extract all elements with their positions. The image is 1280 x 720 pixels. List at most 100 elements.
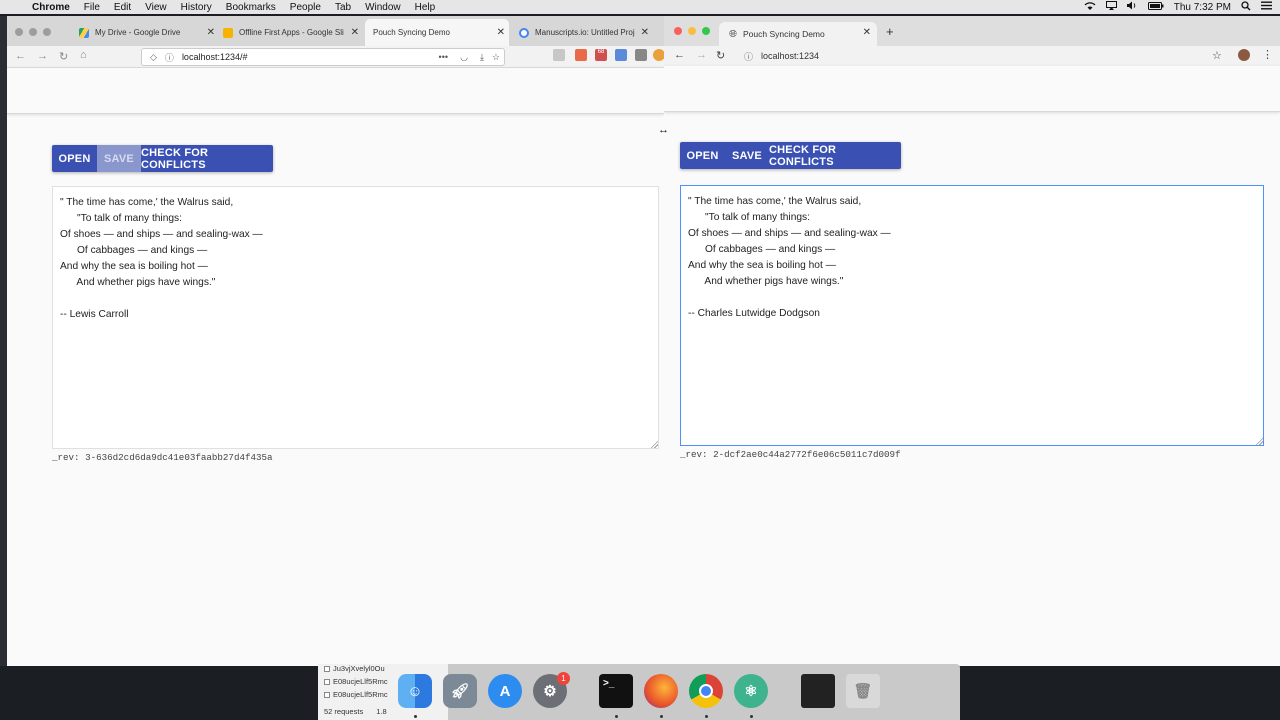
tab-my-drive[interactable]: My Drive - Google Drive ✕ [79,19,219,46]
launchpad-icon[interactable]: 🚀︎ [443,674,477,708]
google-slides-icon [223,27,233,38]
menu-bookmarks[interactable]: Bookmarks [219,2,283,13]
menu-edit[interactable]: Edit [107,2,138,13]
checkbox[interactable] [324,665,330,672]
new-tab-icon[interactable]: + [886,24,894,39]
close-icon[interactable]: ✕ [863,27,871,38]
menu-help[interactable]: Help [408,2,443,13]
close-icon[interactable]: ✕ [641,27,649,38]
page-content: OPEN SAVE CHECK FOR CONFLICTS " The time… [664,66,1280,666]
resize-handle-icon[interactable] [650,440,658,448]
menu-history[interactable]: History [174,2,219,13]
navigation-toolbar: ← → ↻ ⓘ localhost:1234 ☆ ⋮ [664,46,1280,66]
save-button[interactable]: SAVE [725,142,769,169]
check-for-conflicts-button[interactable]: CHECK FOR CONFLICTS [141,145,273,172]
battery-icon[interactable] [1147,1,1164,13]
airplay-icon[interactable] [1105,1,1117,13]
minimize-window-button[interactable] [688,27,696,35]
tab-title: Pouch Syncing Demo [373,28,450,37]
address-bar[interactable]: ⓘ localhost:1234 [736,48,1256,64]
extension-badge-icon[interactable]: 68 [595,49,607,61]
menu-file[interactable]: File [77,2,107,13]
status-row: 52 requests 1.8 [324,707,387,716]
url-text: localhost:1234/# [181,52,248,62]
back-arrow-icon[interactable]: ← [15,50,26,62]
menu-window[interactable]: Window [358,2,408,13]
open-button[interactable]: OPEN [52,145,97,172]
list-item: E08ucjeLlf5Rmc [324,677,388,686]
running-indicator [705,715,708,718]
wifi-icon[interactable] [1084,1,1096,14]
chrome-icon[interactable] [689,674,723,708]
menu-clock[interactable]: Thu 7:32 PM [1174,2,1231,13]
minimize-window-button[interactable] [29,28,37,36]
close-icon[interactable]: ✕ [207,27,215,38]
zoom-window-button[interactable] [702,27,710,35]
firefox-icon[interactable] [644,674,678,708]
terminal-icon[interactable]: >_ [599,674,633,708]
checkbox[interactable] [324,678,330,685]
revision-label: _rev: 3-636d2cd6da9dc41e03faabb27d4f435a [52,452,273,463]
download-icon[interactable]: ⤓ [480,52,484,63]
close-icon[interactable]: ✕ [497,27,505,38]
resize-handle-icon[interactable] [1255,437,1263,445]
app-store-icon[interactable]: A [488,674,522,708]
back-arrow-icon[interactable]: ← [674,49,685,61]
extension-icon[interactable] [575,49,587,61]
bookmark-star-icon[interactable]: ☆ [1212,49,1222,62]
document-textarea[interactable]: " The time has come,' the Walrus said, "… [52,186,659,449]
document-textarea[interactable]: " The time has come,' the Walrus said, "… [680,185,1264,446]
menu-people[interactable]: People [283,2,328,13]
open-button[interactable]: OPEN [680,142,725,169]
tab-offline-first-apps[interactable]: Offline First Apps - Google Sli ✕ [223,19,363,46]
checkbox[interactable] [324,691,330,698]
forward-arrow-icon[interactable]: → [37,50,48,62]
pocket-icon[interactable]: ◡ [460,52,468,63]
menu-kebab-icon[interactable]: ⋮ [1262,48,1273,61]
notification-center-icon[interactable] [1261,1,1272,13]
tab-pouch-syncing-demo[interactable]: 🌐︎ Pouch Syncing Demo ✕ [719,22,877,46]
running-indicator [615,715,618,718]
close-window-button[interactable] [674,27,682,35]
button-group: OPEN SAVE CHECK FOR CONFLICTS [680,142,901,169]
running-indicator [750,715,753,718]
google-drive-icon [79,27,89,38]
extension-n-icon[interactable] [615,49,627,61]
bookmark-star-icon[interactable]: ☆ [492,52,500,63]
home-icon[interactable]: ⌂ [80,49,87,61]
tab-manuscripts[interactable]: Manuscripts.io: Untitled Proje ✕ [513,19,653,46]
check-for-conflicts-button[interactable]: CHECK FOR CONFLICTS [769,142,901,169]
spotlight-icon[interactable] [1241,0,1251,14]
reload-icon[interactable]: ↻ [59,50,68,63]
zoom-window-button[interactable] [43,28,51,36]
close-window-button[interactable] [15,28,23,36]
finder-icon[interactable]: ☺ [398,674,432,708]
screen-recorder-icon[interactable] [801,674,835,708]
menu-view[interactable]: View [138,2,174,13]
menu-app-name[interactable]: Chrome [30,2,77,13]
volume-icon[interactable] [1126,1,1138,13]
address-bar[interactable]: ◇ ⓘ localhost:1234/# ••• ◡ ⤓ ☆ [141,48,505,66]
notification-badge: 1 [557,672,570,685]
background-window-edge [0,16,7,666]
profile-avatar[interactable] [1238,49,1250,61]
row-label: E08ucjeLlf5Rmc [333,690,388,699]
close-icon[interactable]: ✕ [351,27,359,38]
more-actions-icon[interactable]: ••• [439,52,448,62]
reload-icon[interactable]: ↻ [716,49,725,62]
save-button[interactable]: SAVE [97,145,141,172]
library-icon[interactable] [553,49,565,61]
menu-tab[interactable]: Tab [328,2,358,13]
globe-icon: 🌐︎ [729,28,737,40]
revision-label: _rev: 2-dcf2ae0c44a2772f6e06c5011c7d009f [680,449,901,460]
manuscripts-icon [519,27,529,38]
forward-arrow-icon[interactable]: → [696,49,707,61]
extension-icon[interactable] [653,49,664,61]
atom-icon[interactable]: ⚛ [734,674,768,708]
resize-cursor-icon: ↔ [658,124,669,136]
extension-icon[interactable] [635,49,647,61]
trash-icon[interactable]: 🗑︎ [846,674,880,708]
tab-pouch-syncing-demo[interactable]: Pouch Syncing Demo ✕ [365,19,509,46]
left-browser-window: My Drive - Google Drive ✕ Offline First … [7,16,664,666]
row-label: E08ucjeLlf5Rmc [333,677,388,686]
